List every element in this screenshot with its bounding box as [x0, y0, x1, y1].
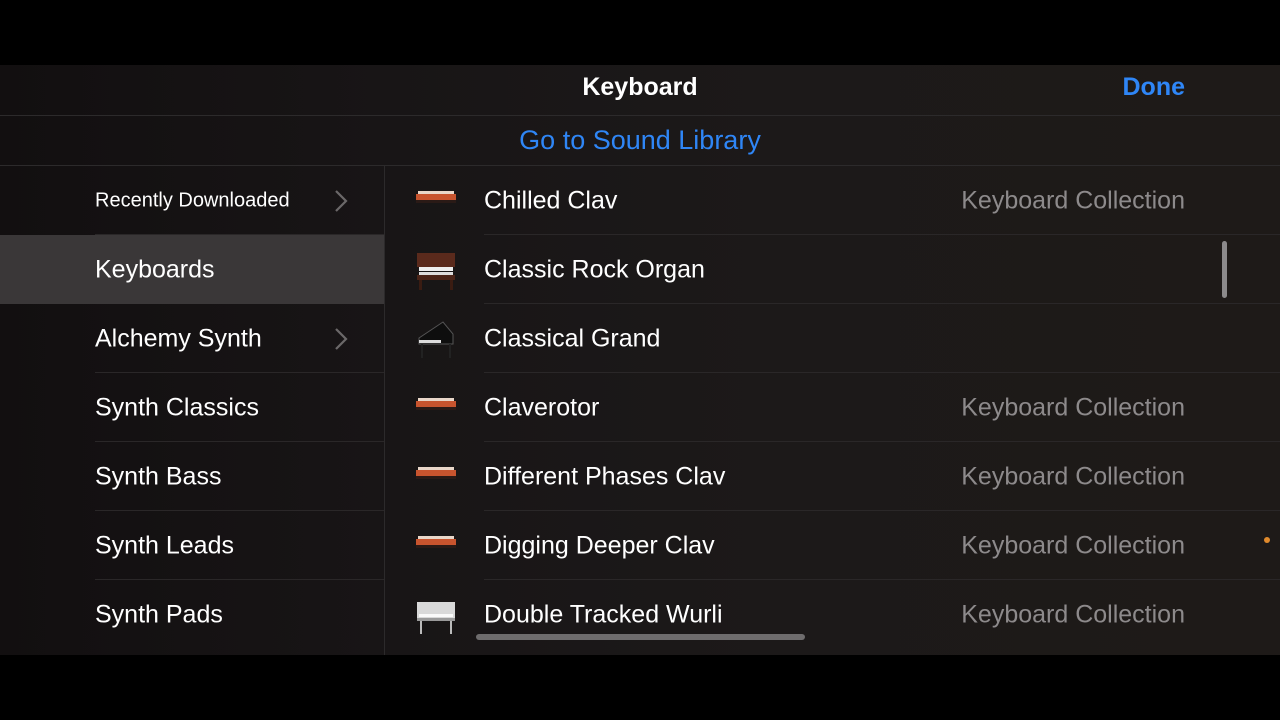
sound-name: Classic Rock Organ: [484, 255, 705, 283]
sidebar-item-synth-pads[interactable]: Synth Pads: [0, 580, 384, 649]
list-item[interactable]: Digging Deeper Clav Keyboard Collection: [385, 511, 1280, 580]
instrument-browser: Keyboard Done Go to Sound Library Recent…: [0, 65, 1280, 655]
sidebar-item-synth-bass[interactable]: Synth Bass: [0, 442, 384, 511]
sidebar-item-label: Recently Downloaded: [95, 189, 290, 211]
clav-icon: [416, 466, 456, 479]
nav-header: Keyboard Done: [0, 65, 1280, 116]
grand-piano-icon: [418, 320, 454, 358]
sound-collection: Keyboard Collection: [961, 462, 1185, 490]
electric-piano-icon: [417, 601, 455, 634]
list-item[interactable]: Classic Rock Organ: [385, 235, 1280, 304]
sidebar-item-label: Synth Pads: [95, 600, 223, 628]
sidebar-item-synth-classics[interactable]: Synth Classics: [0, 373, 384, 442]
sound-name: Digging Deeper Clav: [484, 531, 715, 559]
sound-name: Claverotor: [484, 393, 600, 421]
sound-list[interactable]: Chilled Clav Keyboard Collection Classic…: [385, 166, 1280, 655]
sound-collection: Keyboard Collection: [961, 186, 1185, 214]
chevron-right-icon: [335, 327, 348, 350]
page-title: Keyboard: [582, 73, 698, 101]
sidebar-item-label: Synth Bass: [95, 462, 222, 490]
sound-library-bar: Go to Sound Library: [0, 116, 1280, 166]
vertical-scrollbar[interactable]: [1222, 241, 1227, 298]
sidebar-item-label: Synth Leads: [95, 531, 234, 559]
recording-indicator-dot: [1264, 537, 1270, 543]
sidebar-item-keyboards[interactable]: Keyboards: [0, 235, 384, 304]
sound-collection: Keyboard Collection: [961, 393, 1185, 421]
sidebar-item-recently-downloaded[interactable]: Recently Downloaded: [0, 166, 384, 235]
list-item[interactable]: Chilled Clav Keyboard Collection: [385, 166, 1280, 235]
list-item[interactable]: Different Phases Clav Keyboard Collectio…: [385, 442, 1280, 511]
sidebar-item-synth-leads[interactable]: Synth Leads: [0, 511, 384, 580]
sidebar-item-label: Synth Classics: [95, 393, 259, 421]
sidebar-item-label: Keyboards: [95, 255, 215, 283]
go-to-sound-library-link[interactable]: Go to Sound Library: [0, 125, 1280, 156]
clav-icon: [416, 190, 456, 203]
sidebar-item-label: Alchemy Synth: [95, 324, 262, 352]
sound-collection: Keyboard Collection: [961, 600, 1185, 628]
done-button[interactable]: Done: [1123, 73, 1186, 102]
list-item[interactable]: Claverotor Keyboard Collection: [385, 373, 1280, 442]
sidebar-item-alchemy-synth[interactable]: Alchemy Synth: [0, 304, 384, 373]
sound-name: Different Phases Clav: [484, 462, 726, 490]
horizontal-scrollbar[interactable]: [476, 634, 805, 640]
list-item[interactable]: Classical Grand: [385, 304, 1280, 373]
sound-name: Double Tracked Wurli: [484, 600, 723, 628]
category-sidebar[interactable]: Recently Downloaded Keyboards Alchemy Sy…: [0, 166, 385, 655]
chevron-right-icon: [335, 189, 348, 212]
sound-collection: Keyboard Collection: [961, 531, 1185, 559]
sound-name: Classical Grand: [484, 324, 661, 352]
clav-icon: [416, 535, 456, 548]
sound-name: Chilled Clav: [484, 186, 618, 214]
clav-icon: [416, 397, 456, 410]
organ-icon: [417, 252, 455, 290]
